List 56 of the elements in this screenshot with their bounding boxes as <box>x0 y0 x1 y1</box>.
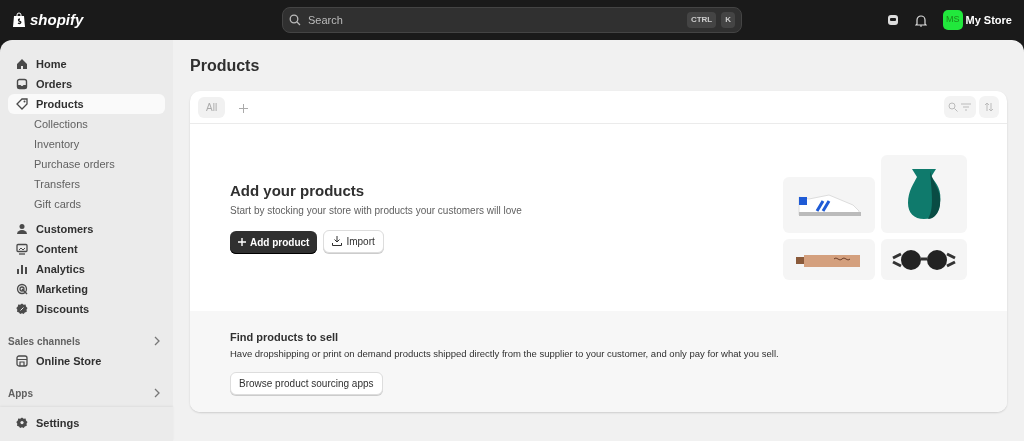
sourcing-text: Have dropshipping or print on demand products shipped directly from the supplier to your customer, and only pay for what you sell. <box>230 347 780 362</box>
section-title: Sales channels <box>8 334 81 349</box>
chevron-right-icon[interactable] <box>153 388 161 398</box>
nav-item[interactable]: Discounts <box>8 299 165 319</box>
filter-icon <box>960 102 973 113</box>
empty-state-heading: Add your products <box>230 181 366 200</box>
storefront-icon <box>16 355 28 367</box>
nav-subitem[interactable]: Collections <box>8 114 165 134</box>
nav-item[interactable]: Orders <box>8 74 165 94</box>
search-bar[interactable]: Search CTRL K <box>282 7 742 33</box>
nav-item[interactable]: Content <box>8 239 165 259</box>
inbox-icon <box>16 78 28 90</box>
plus-icon <box>239 103 249 113</box>
browse-apps-button[interactable]: Browse product sourcing apps <box>230 371 383 395</box>
sort-icon <box>983 101 995 114</box>
shortcut-key: CTRL <box>686 12 717 28</box>
search-icon <box>948 102 959 113</box>
store-name[interactable]: My Store <box>965 11 1012 29</box>
logo-text: shopify <box>30 9 84 30</box>
gear-icon <box>16 417 28 429</box>
nav-item[interactable]: Products <box>8 94 165 114</box>
bag-icon <box>12 12 26 28</box>
search-icon <box>289 14 301 26</box>
shortcut-key: K <box>721 12 735 28</box>
target-icon <box>16 283 28 295</box>
nav-item[interactable]: Customers <box>8 219 165 239</box>
nav-subitem[interactable]: Purchase orders <box>8 154 165 174</box>
nav-item[interactable]: Analytics <box>8 259 165 279</box>
badge-icon <box>16 303 28 315</box>
nav-subitem[interactable]: Inventory <box>8 134 165 154</box>
vase-drawing <box>906 168 942 221</box>
nav-item[interactable]: Marketing <box>8 279 165 299</box>
nav-subitem[interactable]: Transfers <box>8 174 165 194</box>
sourcing-heading: Find products to sell <box>230 331 340 345</box>
empty-state-text: Start by stocking your store with products your customers will love <box>230 203 522 218</box>
sunglasses-drawing <box>891 247 957 272</box>
person-icon <box>16 223 28 235</box>
page-title: Products <box>190 56 261 76</box>
nav-subitem[interactable]: Gift cards <box>8 194 165 214</box>
sneaker-drawing <box>797 193 861 218</box>
robot-face-icon <box>886 14 899 26</box>
chevron-right-icon[interactable] <box>153 336 161 346</box>
import-button[interactable]: Import <box>323 229 384 253</box>
nav-item[interactable]: Settings <box>8 413 165 433</box>
add-product-button[interactable]: Add product <box>230 230 318 254</box>
monitor-icon <box>16 243 28 255</box>
bar-chart-icon <box>16 263 28 275</box>
tag-icon <box>16 98 28 110</box>
bell-icon[interactable] <box>914 13 927 27</box>
home-icon <box>16 58 28 70</box>
download-icon <box>332 236 343 247</box>
section-title: Apps <box>8 386 33 401</box>
plus-icon <box>238 238 246 247</box>
nav-item[interactable]: Online Store <box>8 351 165 371</box>
nav-item[interactable]: Home <box>8 54 165 74</box>
search-input[interactable]: Search <box>306 10 682 30</box>
